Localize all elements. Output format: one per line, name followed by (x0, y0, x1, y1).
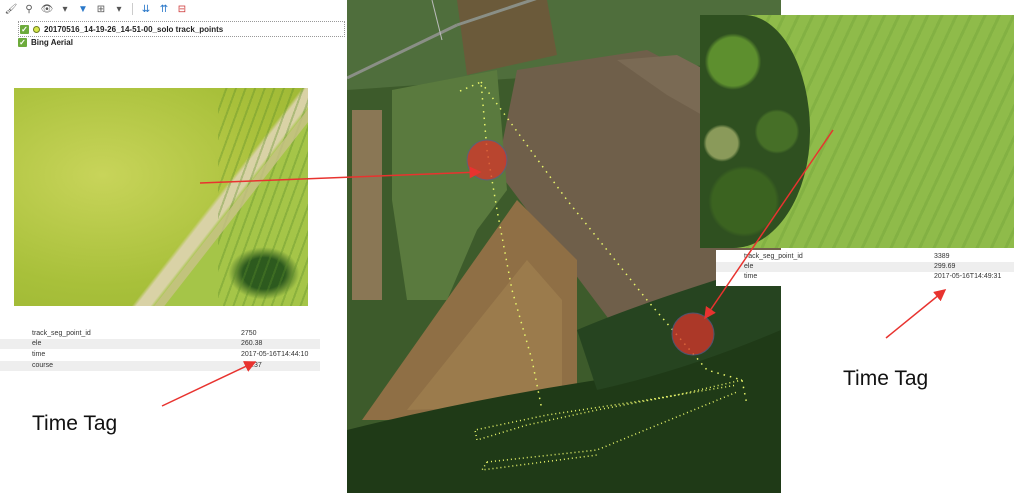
arrow-icon (199, 166, 482, 184)
time-tag-label: Time Tag (32, 412, 118, 435)
time-tag-label: Time Tag (843, 367, 929, 390)
arrow-icon (704, 129, 834, 320)
annotation-arrows (161, 129, 947, 407)
arrow-icon (885, 289, 947, 339)
arrow-icon (161, 361, 257, 407)
